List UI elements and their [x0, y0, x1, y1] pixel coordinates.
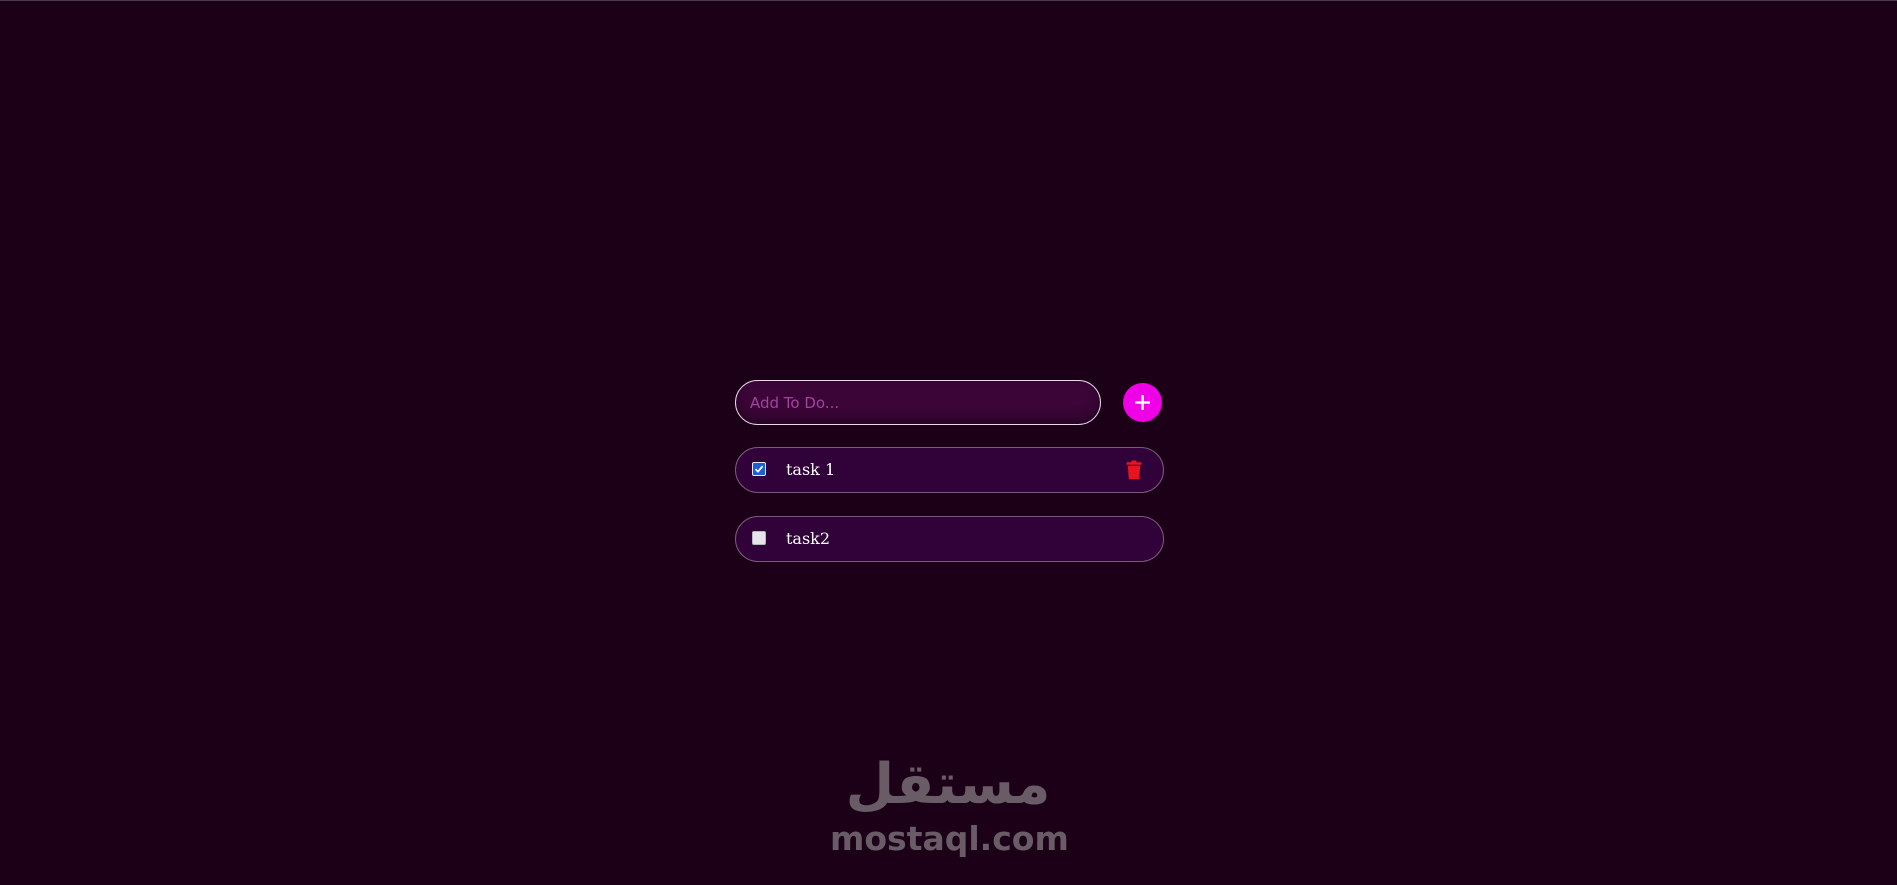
task-checkbox-checked[interactable] [752, 462, 766, 476]
watermark-arabic-text: مستقل [845, 752, 1051, 817]
watermark-logo: مستقل mostaql.com [830, 752, 1069, 859]
window-top-border [0, 0, 1897, 1]
task-label: task2 [786, 529, 831, 548]
add-todo-button[interactable] [1123, 383, 1162, 422]
add-todo-row [735, 380, 1164, 425]
task-checkbox-unchecked[interactable] [752, 531, 766, 545]
add-todo-input[interactable] [735, 380, 1101, 425]
todo-app: task 1 task2 [735, 380, 1164, 562]
delete-task-button[interactable] [1126, 460, 1142, 480]
watermark-latin-text: mostaql.com [830, 819, 1069, 858]
task-item: task2 [735, 516, 1164, 562]
task-list: task 1 task2 [735, 447, 1164, 585]
task-label: task 1 [786, 460, 836, 479]
plus-icon [1123, 383, 1162, 422]
trash-icon [1126, 460, 1142, 483]
task-item: task 1 [735, 447, 1164, 493]
